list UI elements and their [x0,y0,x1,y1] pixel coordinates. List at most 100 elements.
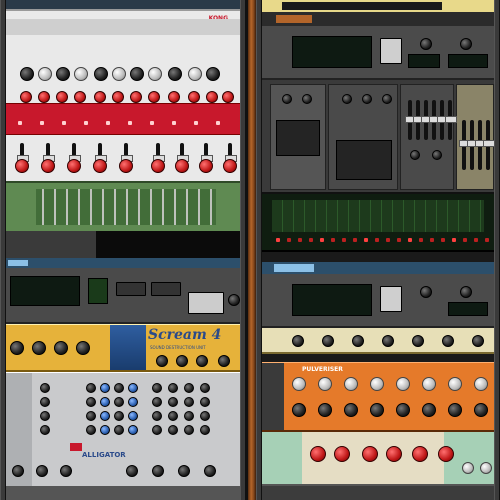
mod-knob-2[interactable] [362,446,378,462]
alligator-knob-r-1-3[interactable] [200,397,210,407]
cream-knob-0[interactable] [292,335,304,347]
drum-knob-6[interactable] [130,67,144,81]
drum-fader-knob-8[interactable] [223,159,237,173]
cream-knob-6[interactable] [472,335,484,347]
effect-knob[interactable] [228,294,240,306]
alligator-bottom-knob-1[interactable] [36,465,48,477]
effect-knob-r1a[interactable] [420,38,432,50]
pulveriser-knob-0-7[interactable] [474,377,488,391]
drum-knob-2[interactable] [56,67,70,81]
pulveriser-knob-0-2[interactable] [344,377,358,391]
alligator-knob-3-1[interactable] [100,425,110,435]
mod-knob-0[interactable] [310,446,326,462]
drum-fader-knob-4[interactable] [119,159,133,173]
alligator-knob-r-3-2[interactable] [184,425,194,435]
drum-fader-knob-6[interactable] [175,159,189,173]
pulveriser-knob-0-5[interactable] [422,377,436,391]
effect-button-2[interactable] [151,282,181,296]
pulveriser-knob-1-5[interactable] [422,403,436,417]
thor-env-fader-4[interactable] [437,100,449,140]
effect-knob-r1b[interactable] [460,38,472,50]
scream4-knob-3[interactable] [76,341,90,355]
drum-knob-3[interactable] [74,67,88,81]
drum-red-knob-6[interactable] [130,91,142,103]
alligator-knob-3-2[interactable] [114,425,124,435]
alligator-knob-3-0[interactable] [86,425,96,435]
alligator-knob-1-0[interactable] [86,397,96,407]
drum-red-knob-0[interactable] [20,91,32,103]
drum-fader-knob-2[interactable] [67,159,81,173]
scream4-knob-b1[interactable] [176,355,188,367]
drum-red-knob-2[interactable] [56,91,68,103]
scream4-knob-b0[interactable] [156,355,168,367]
thor-env-fader-2[interactable] [421,100,433,140]
alligator-side-knob-2[interactable] [40,411,50,421]
cream-knob-3[interactable] [382,335,394,347]
drum-fader-knob-1[interactable] [41,159,55,173]
drum-knob-10[interactable] [206,67,220,81]
cream-knob-1[interactable] [322,335,334,347]
alligator-knob-1-1[interactable] [100,397,110,407]
pulveriser-knob-1-4[interactable] [396,403,410,417]
alligator-side-knob-0[interactable] [40,383,50,393]
thor-mod-fader-0[interactable] [459,120,471,170]
alligator-side-knob-1[interactable] [40,397,50,407]
alligator-side-knob-3[interactable] [40,425,50,435]
alligator-knob-r-1-2[interactable] [184,397,194,407]
drum-fader-knob-7[interactable] [199,159,213,173]
effect-tile-r1[interactable] [380,38,402,64]
alligator-knob-r-2-3[interactable] [200,411,210,421]
thor-knob-6[interactable] [432,150,442,160]
device-header-tab[interactable] [8,260,28,266]
alligator-knob-r-2-1[interactable] [168,411,178,421]
drum-red-knob-8[interactable] [168,91,180,103]
thor-knob-4[interactable] [382,94,392,104]
cream-knob-5[interactable] [442,335,454,347]
thor-knob-5[interactable] [410,150,420,160]
pulveriser-knob-1-1[interactable] [318,403,332,417]
drum-knob-0[interactable] [20,67,34,81]
mod-knob-5[interactable] [438,446,454,462]
thor-knob-1[interactable] [302,94,312,104]
scream4-knob-b3[interactable] [218,355,230,367]
alligator-knob-0-1[interactable] [100,383,110,393]
thor-mod-fader-1[interactable] [467,120,479,170]
scream4-knob-0[interactable] [10,341,24,355]
drum-red-knob-11[interactable] [222,91,234,103]
pulveriser-knob-1-0[interactable] [292,403,306,417]
alligator-knob-1-2[interactable] [114,397,124,407]
alligator-knob-0-3[interactable] [128,383,138,393]
alligator-bottom-knob-2[interactable] [60,465,72,477]
drum-red-knob-10[interactable] [206,91,218,103]
alligator-bottom-knob-4[interactable] [152,465,164,477]
alligator-knob-2-2[interactable] [114,411,124,421]
scream4-knob-1[interactable] [32,341,46,355]
alligator-knob-r-0-1[interactable] [168,383,178,393]
pulveriser-knob-1-7[interactable] [474,403,488,417]
drum-fader-knob-0[interactable] [15,159,29,173]
mod-side-knob-1[interactable] [480,462,492,474]
cream-knob-4[interactable] [412,335,424,347]
alligator-knob-2-0[interactable] [86,411,96,421]
thor-knob-2[interactable] [342,94,352,104]
pulveriser-knob-0-1[interactable] [318,377,332,391]
alligator-knob-r-3-0[interactable] [152,425,162,435]
thor-knob-3[interactable] [362,94,372,104]
alligator-knob-r-2-2[interactable] [184,411,194,421]
drum-knob-8[interactable] [168,67,182,81]
effect-tile-r2[interactable] [380,286,402,312]
thor-env-fader-5[interactable] [445,100,457,140]
pulveriser-knob-0-3[interactable] [370,377,384,391]
alligator-knob-r-1-1[interactable] [168,397,178,407]
alligator-knob-2-3[interactable] [128,411,138,421]
scream4-knob-b2[interactable] [196,355,208,367]
device-header-tab-r2[interactable] [274,264,314,272]
drum-knob-4[interactable] [94,67,108,81]
drum-red-knob-4[interactable] [94,91,106,103]
effect-button-1[interactable] [116,282,146,296]
drum-knob-9[interactable] [188,67,202,81]
alligator-bottom-knob-0[interactable] [12,465,24,477]
thor-env-fader-0[interactable] [405,100,417,140]
effect-big-button[interactable] [188,292,224,314]
drum-knob-1[interactable] [38,67,52,81]
